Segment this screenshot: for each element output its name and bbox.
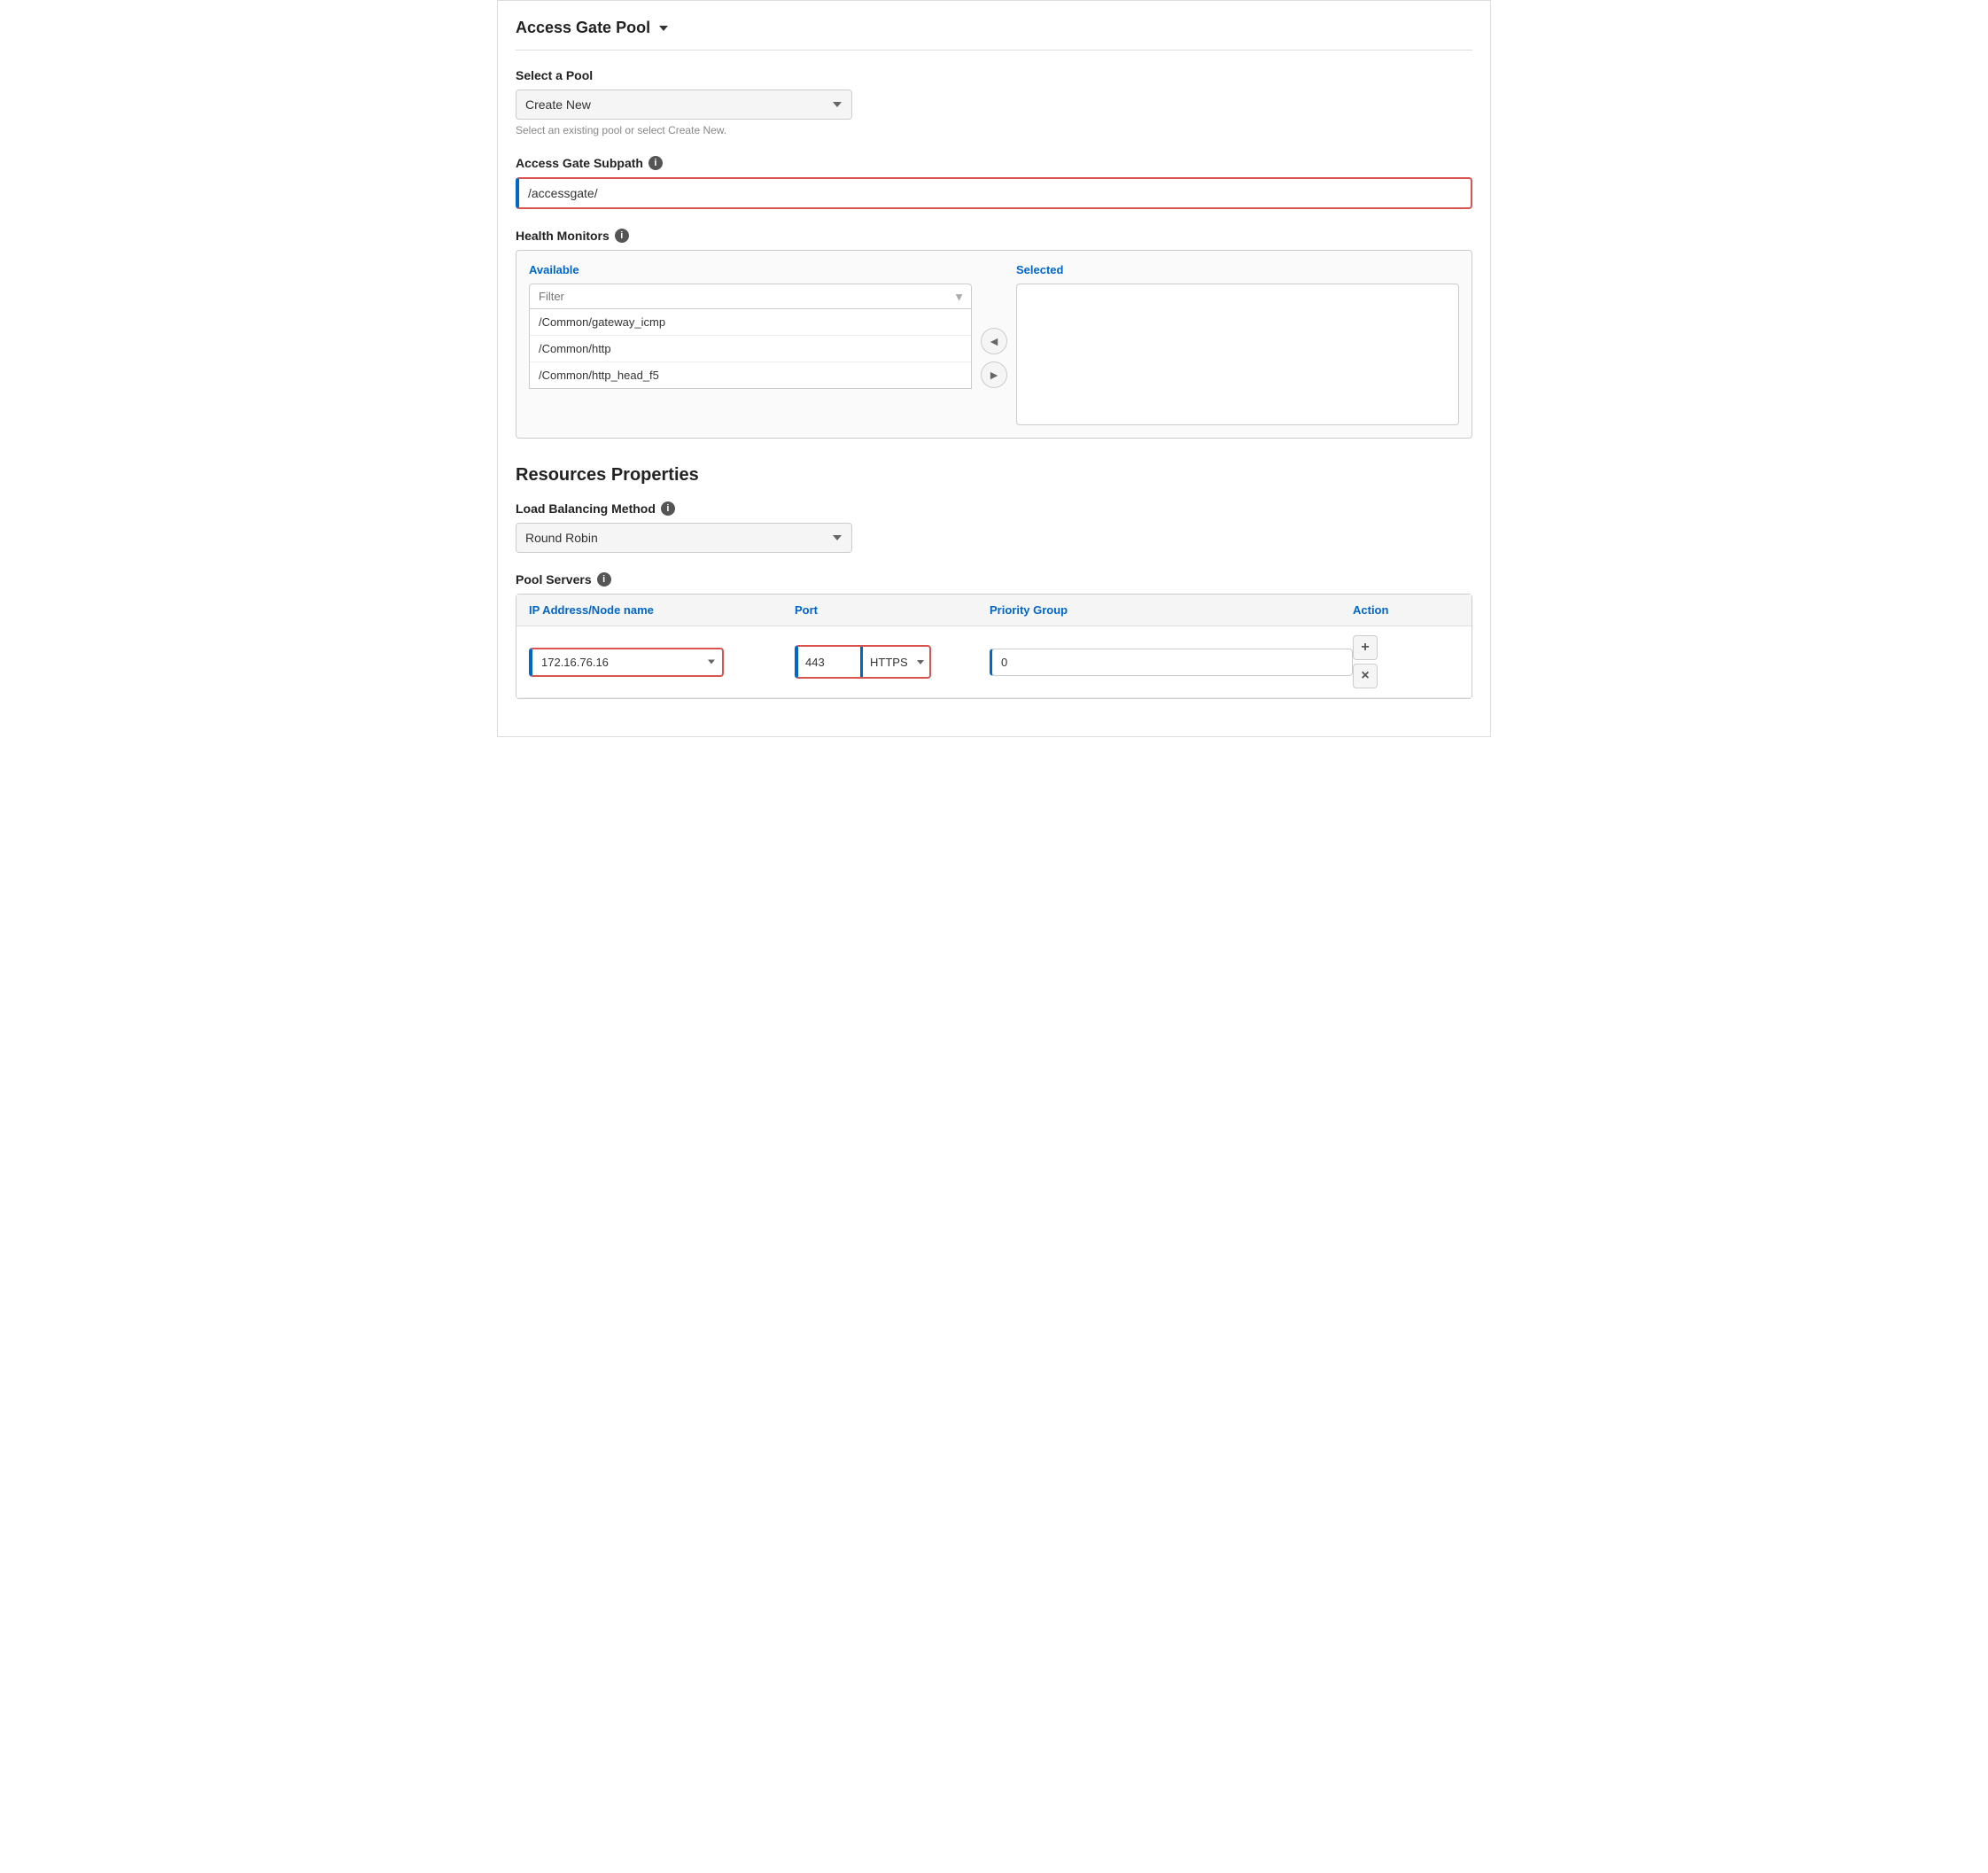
monitors-layout: Available ▼ /Common/gateway_icmp /Common… xyxy=(529,263,1459,425)
health-monitors-label-text: Health Monitors xyxy=(516,229,610,243)
priority-input[interactable] xyxy=(990,649,1353,676)
pool-servers-box: IP Address/Node name Port Priority Group… xyxy=(516,594,1472,699)
load-balancing-info-icon: i xyxy=(661,501,675,516)
protocol-select[interactable]: HTTPS xyxy=(863,649,929,675)
access-gate-subpath-info-icon: i xyxy=(648,156,663,170)
selected-box xyxy=(1016,284,1459,425)
port-cell: HTTPS xyxy=(795,645,990,679)
list-item[interactable]: /Common/http_head_f5 xyxy=(530,362,971,388)
select-pool-dropdown[interactable]: Create New xyxy=(516,89,852,120)
load-balancing-label: Load Balancing Method i xyxy=(516,501,1472,516)
pool-servers-label: Pool Servers i xyxy=(516,572,1472,587)
add-row-button[interactable]: + xyxy=(1353,635,1378,660)
select-pool-wrapper: Create New xyxy=(516,89,852,120)
pool-servers-label-text: Pool Servers xyxy=(516,572,592,587)
page-container: Access Gate Pool Select a Pool Create Ne… xyxy=(497,0,1491,737)
resources-title: Resources Properties xyxy=(516,465,1472,486)
section-title-text: Access Gate Pool xyxy=(516,19,650,37)
available-panel-title: Available xyxy=(529,263,972,276)
column-header-port: Port xyxy=(795,603,990,617)
resources-section: Resources Properties Load Balancing Meth… xyxy=(516,465,1472,699)
transfer-right-button[interactable]: ► xyxy=(981,361,1007,388)
section-title: Access Gate Pool xyxy=(516,19,1472,51)
port-input[interactable] xyxy=(798,649,860,675)
access-gate-subpath-group: Access Gate Subpath i xyxy=(516,156,1472,209)
monitor-filter-input[interactable] xyxy=(529,284,972,309)
pool-servers-group: Pool Servers i IP Address/Node name Port… xyxy=(516,572,1472,699)
select-pool-label-text: Select a Pool xyxy=(516,68,593,82)
selected-panel-title: Selected xyxy=(1016,263,1459,276)
port-group: HTTPS xyxy=(795,645,931,679)
health-monitors-info-icon: i xyxy=(615,229,629,243)
selected-panel: Selected xyxy=(1016,263,1459,425)
priority-cell xyxy=(990,649,1353,676)
available-panel: Available ▼ /Common/gateway_icmp /Common… xyxy=(529,263,972,389)
access-gate-subpath-label-text: Access Gate Subpath xyxy=(516,156,643,170)
remove-row-button[interactable]: × xyxy=(1353,664,1378,688)
filter-wrapper: ▼ xyxy=(529,284,972,309)
ip-select[interactable]: 172.16.76.16 xyxy=(532,649,722,675)
ip-cell: 172.16.76.16 xyxy=(529,648,795,677)
access-gate-subpath-input[interactable] xyxy=(516,177,1472,209)
section-title-chevron[interactable] xyxy=(659,26,668,31)
action-cell: + × xyxy=(1353,635,1459,688)
select-pool-label: Select a Pool xyxy=(516,68,1472,82)
load-balancing-wrapper: Round Robin xyxy=(516,523,852,553)
table-row: 172.16.76.16 HTTPS xyxy=(516,626,1472,698)
column-header-action: Action xyxy=(1353,603,1459,617)
list-item[interactable]: /Common/http xyxy=(530,336,971,362)
transfer-buttons: ◄ ► xyxy=(981,328,1007,388)
monitor-list-wrapper: /Common/gateway_icmp /Common/http /Commo… xyxy=(529,309,972,389)
list-item[interactable]: /Common/gateway_icmp xyxy=(530,309,971,336)
select-pool-hint: Select an existing pool or select Create… xyxy=(516,124,1472,136)
load-balancing-dropdown[interactable]: Round Robin xyxy=(516,523,852,553)
load-balancing-label-text: Load Balancing Method xyxy=(516,501,656,516)
access-gate-subpath-label: Access Gate Subpath i xyxy=(516,156,1472,170)
pool-servers-header: IP Address/Node name Port Priority Group… xyxy=(516,595,1472,626)
health-monitors-box: Available ▼ /Common/gateway_icmp /Common… xyxy=(516,250,1472,439)
port-protocol-wrapper: HTTPS xyxy=(863,649,929,675)
column-header-ip: IP Address/Node name xyxy=(529,603,795,617)
column-header-priority: Priority Group xyxy=(990,603,1353,617)
ip-select-wrapper: 172.16.76.16 xyxy=(529,648,724,677)
action-buttons: + × xyxy=(1353,635,1378,688)
transfer-left-button[interactable]: ◄ xyxy=(981,328,1007,354)
health-monitors-group: Health Monitors i Available ▼ /Common/ga… xyxy=(516,229,1472,439)
monitor-list[interactable]: /Common/gateway_icmp /Common/http /Commo… xyxy=(529,309,972,389)
select-pool-group: Select a Pool Create New Select an exist… xyxy=(516,68,1472,136)
load-balancing-group: Load Balancing Method i Round Robin xyxy=(516,501,1472,553)
health-monitors-label: Health Monitors i xyxy=(516,229,1472,243)
pool-servers-info-icon: i xyxy=(597,572,611,587)
